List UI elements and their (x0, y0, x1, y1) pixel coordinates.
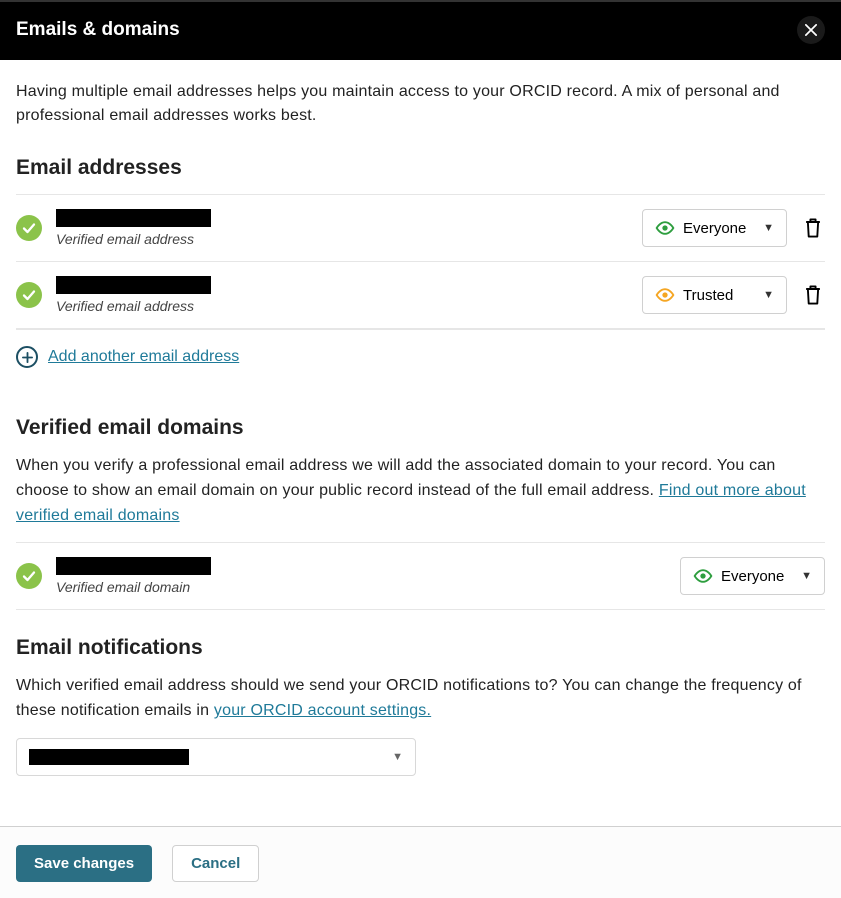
dialog-header: Emails & domains (0, 0, 841, 60)
trash-icon (802, 216, 824, 240)
intro-text: Having multiple email addresses helps yo… (16, 80, 825, 128)
domain-value-redacted (56, 557, 211, 575)
visibility-selector[interactable]: Everyone ▼ (680, 557, 825, 595)
email-row: Verified email address Trusted ▼ (16, 261, 825, 329)
dialog-footer: Save changes Cancel (0, 826, 841, 898)
notification-email-select[interactable]: ▼ (16, 738, 416, 776)
chevron-down-icon: ▼ (763, 222, 774, 234)
email-value-redacted (56, 209, 211, 227)
add-email-link[interactable]: Add another email address (48, 348, 239, 366)
visibility-selector[interactable]: Trusted ▼ (642, 276, 787, 314)
chevron-down-icon: ▼ (392, 751, 403, 763)
cancel-button[interactable]: Cancel (172, 845, 259, 882)
verified-domains-heading: Verified email domains (16, 416, 825, 440)
visibility-label: Trusted (683, 287, 733, 304)
add-email-row[interactable]: Add another email address (16, 329, 825, 396)
eye-icon (693, 566, 713, 586)
verified-check-icon (16, 563, 42, 589)
email-addresses-heading: Email addresses (16, 156, 825, 180)
email-notifications-heading: Email notifications (16, 636, 825, 660)
visibility-selector[interactable]: Everyone ▼ (642, 209, 787, 247)
chevron-down-icon: ▼ (763, 289, 774, 301)
visibility-label: Everyone (683, 220, 746, 237)
trash-icon (802, 283, 824, 307)
visibility-label: Everyone (721, 568, 784, 585)
dialog-content: Having multiple email addresses helps yo… (0, 60, 841, 792)
selected-email-redacted (29, 749, 189, 765)
delete-button[interactable] (801, 282, 825, 308)
email-row: Verified email address Everyone ▼ (16, 194, 825, 261)
verified-check-icon (16, 282, 42, 308)
verified-check-icon (16, 215, 42, 241)
save-button[interactable]: Save changes (16, 845, 152, 882)
verified-label: Verified email address (56, 231, 628, 247)
eye-icon (655, 218, 675, 238)
email-notifications-description: Which verified email address should we s… (16, 674, 825, 724)
email-value-block: Verified email address (56, 276, 628, 314)
chevron-down-icon: ▼ (801, 570, 812, 582)
eye-icon (655, 285, 675, 305)
email-value-redacted (56, 276, 211, 294)
delete-button[interactable] (801, 215, 825, 241)
account-settings-link[interactable]: your ORCID account settings. (214, 702, 431, 719)
close-button[interactable] (797, 16, 825, 44)
close-icon (805, 24, 817, 36)
verified-label: Verified email address (56, 298, 628, 314)
plus-icon (16, 346, 38, 368)
domain-row: Verified email domain Everyone ▼ (16, 542, 825, 610)
domain-value-block: Verified email domain (56, 557, 666, 595)
email-value-block: Verified email address (56, 209, 628, 247)
verified-domain-label: Verified email domain (56, 579, 666, 595)
dialog-title: Emails & domains (16, 19, 180, 41)
verified-domains-description: When you verify a professional email add… (16, 454, 825, 528)
